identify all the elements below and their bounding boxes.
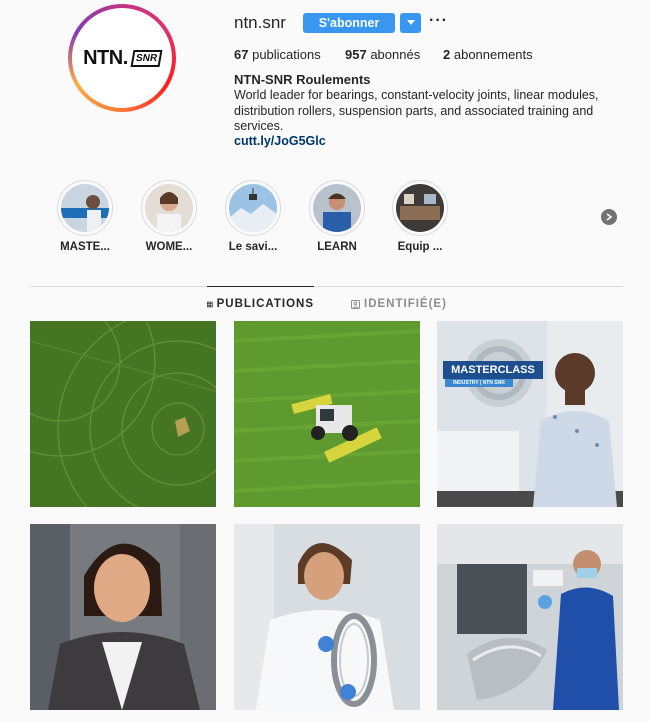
stat-posts-label: publications: [252, 47, 321, 62]
stat-posts: 67 publications: [234, 47, 321, 62]
chevron-down-icon: [406, 20, 415, 25]
post-masterclass-subcaption: INDUSTRY | NTN SNR: [453, 380, 505, 386]
highlight-women[interactable]: WOME...: [139, 180, 199, 253]
highlight-learn[interactable]: LEARN: [307, 180, 367, 253]
suggestions-dropdown-button[interactable]: [400, 13, 421, 33]
tab-publications[interactable]: PUBLICATIONS: [207, 286, 314, 321]
highlight-label: Equip ...: [397, 241, 443, 253]
post-factory-worker[interactable]: [437, 524, 623, 710]
post-masterclass-subbanner: INDUSTRY | NTN SNR: [445, 379, 513, 387]
chevron-right-icon: [606, 213, 613, 221]
follow-button[interactable]: S'abonner: [303, 13, 395, 33]
post-crop-field[interactable]: [30, 321, 216, 507]
profile-username: ntn.snr: [234, 13, 286, 32]
highlight-ring: [225, 180, 281, 236]
post-lab-bearing[interactable]: [234, 524, 420, 710]
tabs-divider: [30, 286, 623, 287]
highlight-thumbnail: [396, 184, 444, 232]
profile-bio: World leader for bearings, constant-velo…: [234, 88, 599, 133]
highlight-ring: [57, 180, 113, 236]
highlights-next-button[interactable]: [601, 209, 617, 225]
highlight-ring: [392, 180, 448, 236]
highlight-thumbnail: [61, 184, 109, 232]
more-options-icon[interactable]: ···: [429, 12, 448, 30]
post-tractor[interactable]: [234, 321, 420, 507]
stat-followers[interactable]: 957 abonnés: [345, 47, 420, 62]
stat-following-label: abonnements: [453, 47, 533, 62]
stat-following[interactable]: 2 abonnements: [443, 47, 533, 62]
highlight-label: Le savi...: [228, 241, 278, 253]
highlight-label: LEARN: [317, 241, 357, 253]
highlight-label: MASTE...: [60, 241, 110, 253]
logo-ntn-text: NTN.: [83, 46, 128, 69]
profile-avatar: NTN. SNR: [72, 8, 172, 108]
tab-tagged-label: IDENTIFIÉ(E): [364, 298, 447, 310]
tab-publications-label: PUBLICATIONS: [216, 298, 314, 310]
highlight-label: WOME...: [145, 241, 193, 253]
highlight-ring: [141, 180, 197, 236]
post-woman-portrait[interactable]: [30, 524, 216, 710]
highlight-thumbnail: [229, 184, 277, 232]
tab-tagged[interactable]: IDENTIFIÉ(E): [351, 288, 447, 320]
tagged-icon: [351, 299, 360, 309]
grid-icon: [207, 301, 213, 307]
stat-posts-count: 67: [234, 47, 249, 62]
stat-followers-label: abonnés: [370, 47, 421, 62]
profile-link[interactable]: cutt.ly/JoG5Glc: [234, 134, 326, 148]
post-masterclass[interactable]: MASTERCLASS INDUSTRY | NTN SNR: [437, 321, 623, 507]
highlight-thumbnail: [313, 184, 361, 232]
logo-snr-text: SNR: [130, 49, 163, 67]
stat-following-count: 2: [443, 47, 451, 62]
stat-followers-count: 957: [345, 47, 367, 62]
highlight-ring: [309, 180, 365, 236]
highlight-masterclass[interactable]: MASTE...: [55, 180, 115, 253]
profile-full-name: NTN-SNR Roulements: [234, 72, 371, 87]
profile-avatar-ring[interactable]: NTN. SNR: [68, 4, 176, 112]
post-masterclass-caption: MASTERCLASS: [451, 364, 535, 376]
highlight-savoir[interactable]: Le savi...: [223, 180, 283, 253]
post-masterclass-banner: MASTERCLASS: [443, 361, 543, 379]
highlight-equip[interactable]: Equip ...: [390, 180, 450, 253]
highlight-thumbnail: [145, 184, 193, 232]
